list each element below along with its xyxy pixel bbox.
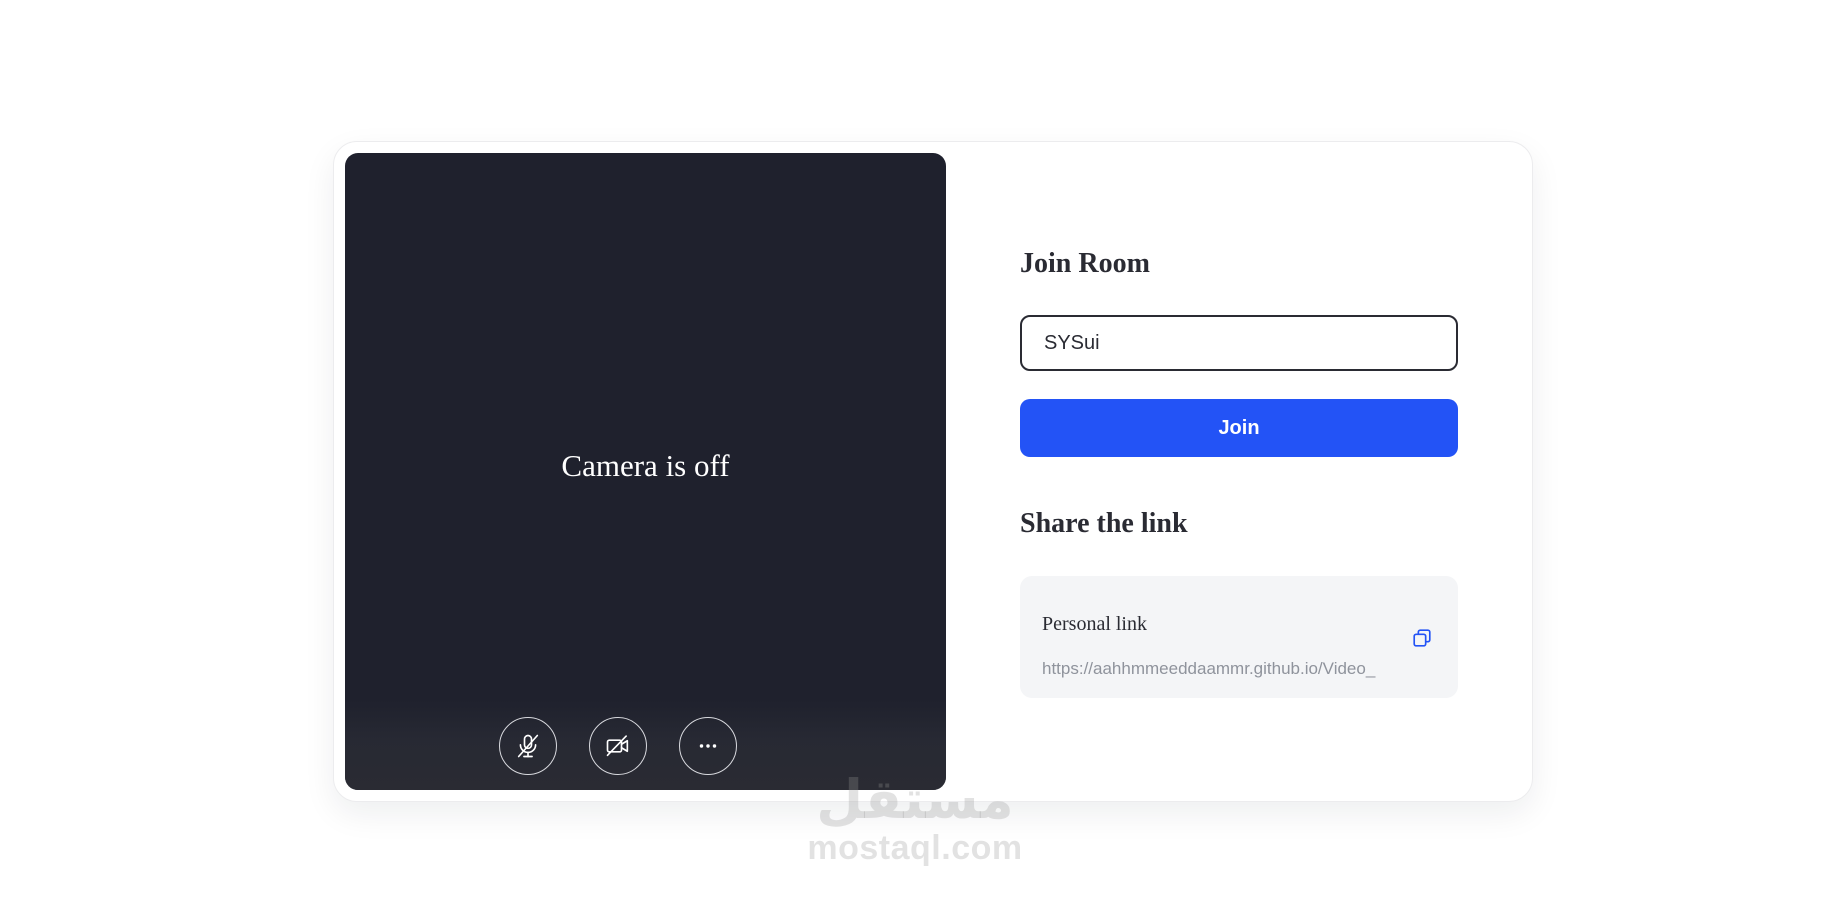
join-button[interactable]: Join	[1020, 399, 1458, 457]
room-input[interactable]	[1020, 315, 1458, 371]
personal-link-box: Personal link https://aahhmmeeddaammr.gi…	[1020, 576, 1458, 698]
camera-status-text: Camera is off	[561, 448, 730, 483]
copy-link-button[interactable]	[1409, 625, 1435, 651]
video-off-icon	[606, 735, 629, 757]
personal-link-url[interactable]: https://aahhmmeeddaammr.github.io/Video_	[1042, 659, 1384, 679]
mic-off-icon	[517, 734, 539, 758]
mic-off-button[interactable]	[499, 717, 557, 775]
join-room-title: Join Room	[1020, 248, 1150, 279]
watermark-latin: mostaql.com	[807, 829, 1023, 867]
more-horizontal-icon	[699, 744, 717, 748]
more-options-button[interactable]	[679, 717, 737, 775]
copy-icon	[1413, 629, 1431, 647]
join-room-card: Camera is off Join Room SYSui Join Share…	[333, 141, 1533, 802]
camera-preview: Camera is off	[345, 153, 946, 790]
share-link-title: Share the link	[1020, 508, 1188, 539]
camera-off-button[interactable]	[589, 717, 647, 775]
personal-link-label: Personal link	[1042, 613, 1147, 635]
